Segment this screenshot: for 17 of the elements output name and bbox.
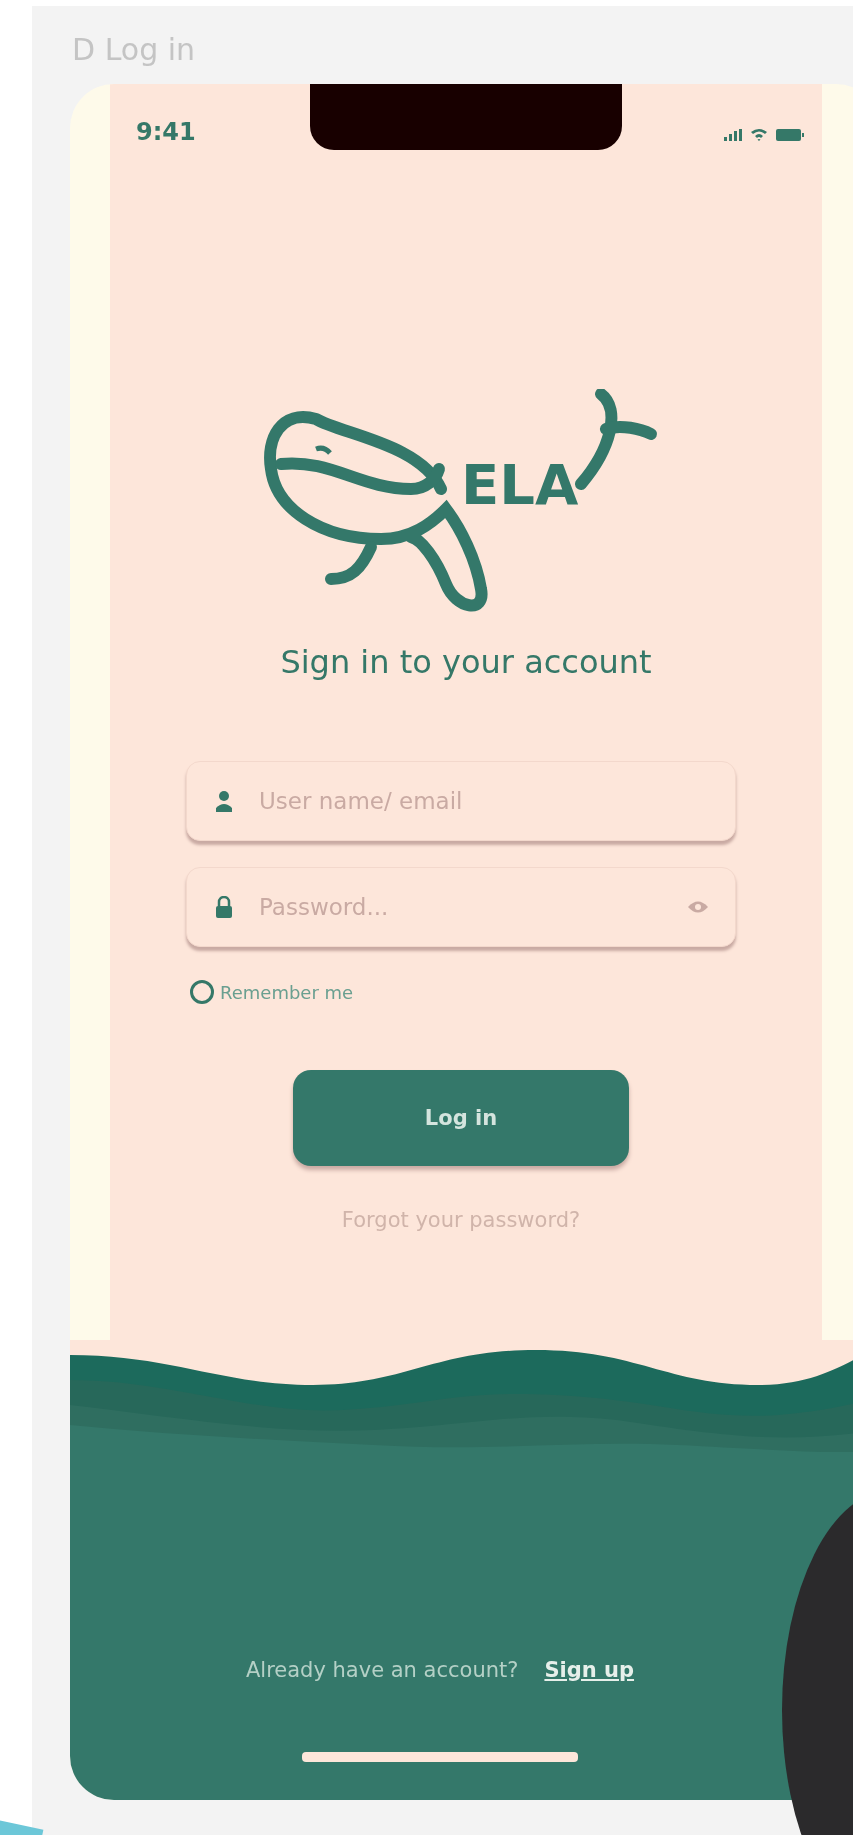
signal-icon bbox=[724, 128, 742, 141]
text-input[interactable]: User name/ email bbox=[257, 787, 709, 815]
logo-text: ELA bbox=[461, 452, 579, 517]
sign-up-link[interactable]: Sign up bbox=[544, 1658, 635, 1682]
account-prompt: Already have an account? bbox=[245, 1658, 519, 1682]
battery-icon bbox=[776, 128, 804, 141]
heading: Sign in to your account bbox=[280, 643, 652, 681]
remember-label: Remember me bbox=[220, 981, 354, 1003]
person-icon bbox=[215, 790, 233, 812]
input-field[interactable]: User name/ email bbox=[186, 761, 736, 841]
lock-icon bbox=[215, 896, 233, 918]
text-input[interactable]: Password... bbox=[257, 893, 663, 921]
login-button[interactable]: Log in bbox=[293, 1070, 629, 1166]
wifi-icon bbox=[750, 128, 768, 141]
remember-checkbox[interactable] bbox=[190, 980, 214, 1004]
input-field[interactable]: Password... bbox=[186, 867, 736, 947]
status-time: 9:41 bbox=[136, 118, 196, 146]
